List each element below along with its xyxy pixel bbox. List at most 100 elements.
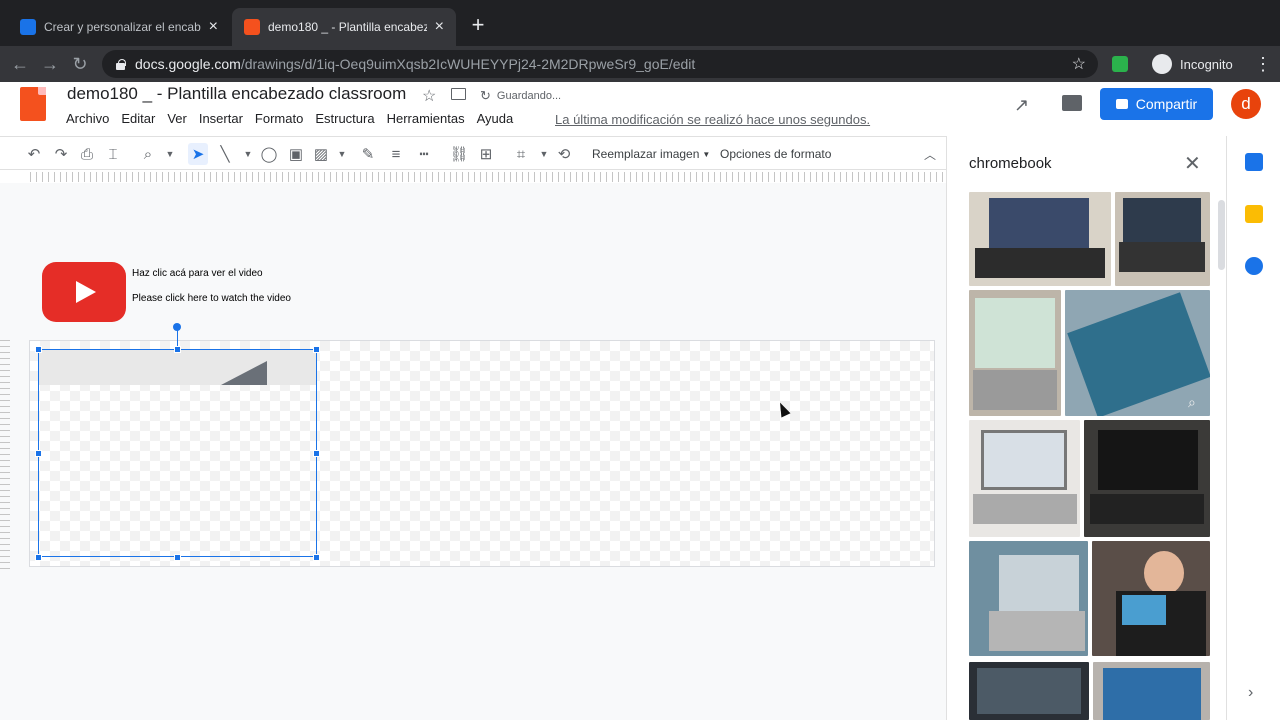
share-button[interactable]: Compartir: [1100, 88, 1213, 120]
drawings-logo-icon[interactable]: [20, 87, 46, 121]
search-result-image[interactable]: [1115, 192, 1210, 286]
comments-icon[interactable]: [1062, 95, 1082, 111]
search-result-image[interactable]: [969, 192, 1111, 286]
image-icon[interactable]: ▨: [311, 143, 331, 165]
zoom-icon[interactable]: ⌕: [138, 143, 158, 165]
search-result-image[interactable]: [1092, 541, 1210, 656]
collapse-toolbar-icon[interactable]: ︿: [920, 143, 940, 165]
tasks-icon[interactable]: [1245, 257, 1263, 275]
move-folder-icon[interactable]: [451, 88, 466, 100]
last-modified-link[interactable]: La última modificación se realizó hace u…: [555, 112, 870, 127]
reload-icon[interactable]: ↻: [66, 46, 94, 82]
menu-archivo[interactable]: Archivo: [66, 111, 109, 126]
search-result-image[interactable]: [1084, 420, 1210, 537]
address-bar[interactable]: docs.google.com /drawings/d/1iq-Oeq9uimX…: [102, 50, 1098, 78]
border-dash-icon[interactable]: ┅: [414, 143, 434, 165]
link-icon[interactable]: ⛓: [449, 143, 469, 165]
zoom-dropdown-icon[interactable]: ▼: [160, 143, 180, 165]
replace-image-label: Reemplazar imagen: [592, 147, 700, 161]
zoom-image-icon[interactable]: ⌕: [1188, 394, 1196, 411]
resize-handle-sw[interactable]: [35, 554, 42, 561]
reset-image-icon[interactable]: ⟲: [554, 143, 574, 165]
classroom-favicon-icon: [20, 19, 36, 35]
chevron-down-icon: ▼: [702, 149, 711, 159]
menu-ayuda[interactable]: Ayuda: [477, 111, 514, 126]
back-arrow-icon[interactable]: ←: [6, 46, 34, 82]
print-icon[interactable]: ⎙: [77, 143, 97, 165]
search-result-image[interactable]: [969, 420, 1080, 537]
browser-tab-2[interactable]: demo180 _ - Plantilla encabeza ×: [232, 8, 456, 46]
shape-tool-icon[interactable]: ◯: [259, 143, 279, 165]
close-icon[interactable]: ✕: [1184, 151, 1201, 176]
caption-spanish[interactable]: Haz clic acá para ver el video: [132, 268, 263, 279]
document-title[interactable]: demo180 _ - Plantilla encabezado classro…: [67, 84, 406, 104]
select-cursor-icon[interactable]: ➤: [188, 143, 208, 165]
line-dropdown-icon[interactable]: ▼: [238, 143, 258, 165]
replace-image-button[interactable]: Reemplazar imagen ▼: [592, 143, 710, 165]
close-tab-icon[interactable]: ×: [209, 18, 218, 36]
line-tool-icon[interactable]: ╲: [215, 143, 235, 165]
bookmark-star-icon[interactable]: ☆: [1072, 54, 1086, 74]
tab-title: Crear y personalizar el encabe: [44, 20, 201, 34]
redo-icon[interactable]: ↷: [51, 143, 71, 165]
new-tab-button[interactable]: +: [466, 12, 490, 38]
close-tab-icon[interactable]: ×: [435, 18, 444, 36]
paint-format-icon[interactable]: ⌶: [103, 143, 123, 165]
chevron-right-icon[interactable]: ›: [1248, 684, 1253, 702]
incognito-label: Incognito: [1180, 56, 1233, 72]
youtube-logo-icon[interactable]: [42, 262, 126, 322]
search-result-image[interactable]: [969, 541, 1088, 656]
image-dropdown-icon[interactable]: ▼: [332, 143, 352, 165]
crop-icon[interactable]: ⌗: [511, 143, 531, 165]
search-result-image[interactable]: [1093, 662, 1210, 720]
tab-title: demo180 _ - Plantilla encabeza: [268, 20, 427, 34]
menu-estructura[interactable]: Estructura: [315, 111, 374, 126]
menu-herramientas[interactable]: Herramientas: [387, 111, 465, 126]
keep-icon[interactable]: [1245, 205, 1263, 223]
panel-scrollbar[interactable]: [1218, 200, 1225, 270]
forward-arrow-icon[interactable]: →: [36, 46, 64, 82]
resize-handle-se[interactable]: [313, 554, 320, 561]
text-box-icon[interactable]: ▣: [286, 143, 306, 165]
selection-box[interactable]: [38, 349, 317, 557]
menu-insertar[interactable]: Insertar: [199, 111, 243, 126]
border-weight-icon[interactable]: ≡: [386, 143, 406, 165]
menu-bar: Archivo Editar Ver Insertar Formato Estr…: [66, 111, 525, 126]
search-result-image[interactable]: [969, 290, 1061, 416]
vertical-ruler: [0, 340, 10, 570]
search-query[interactable]: chromebook: [969, 155, 1052, 172]
save-status: ↻ Guardando...: [480, 88, 561, 104]
resize-handle-s[interactable]: [174, 554, 181, 561]
undo-icon[interactable]: ↶: [24, 143, 44, 165]
calendar-icon[interactable]: [1245, 153, 1263, 171]
horizontal-ruler: [30, 172, 944, 182]
incognito-icon: [1152, 54, 1172, 74]
lock-icon: [1115, 99, 1128, 109]
border-color-icon[interactable]: ✎: [358, 143, 378, 165]
search-result-image[interactable]: [969, 662, 1089, 720]
rotate-handle[interactable]: [173, 323, 181, 331]
lock-icon: [116, 58, 126, 70]
add-comment-icon[interactable]: ⊞: [476, 143, 496, 165]
star-icon[interactable]: ☆: [422, 86, 436, 106]
resize-handle-w[interactable]: [35, 450, 42, 457]
extension-icon[interactable]: [1112, 56, 1128, 72]
resize-handle-e[interactable]: [313, 450, 320, 457]
activity-trend-icon[interactable]: ↗: [1014, 95, 1029, 116]
url-path: /drawings/d/1iq-Oeq9uimXqsb2IcWUHEYYPj24…: [240, 56, 696, 72]
caption-english[interactable]: Please click here to watch the video: [132, 293, 292, 305]
drawings-favicon-icon: [244, 19, 260, 35]
resize-handle-n[interactable]: [174, 346, 181, 353]
incognito-profile-button[interactable]: Incognito: [1152, 46, 1233, 82]
resize-handle-ne[interactable]: [313, 346, 320, 353]
avatar[interactable]: d: [1231, 89, 1261, 119]
format-options-button[interactable]: Opciones de formato: [720, 143, 831, 165]
browser-toolbar: ← → ↻ docs.google.com /drawings/d/1iq-Oe…: [0, 46, 1280, 82]
menu-editar[interactable]: Editar: [121, 111, 155, 126]
menu-ver[interactable]: Ver: [167, 111, 187, 126]
menu-formato[interactable]: Formato: [255, 111, 303, 126]
browser-menu-icon[interactable]: ⋮: [1254, 46, 1272, 82]
crop-dropdown-icon[interactable]: ▼: [534, 143, 554, 165]
browser-tab-1[interactable]: Crear y personalizar el encabe ×: [8, 8, 230, 46]
resize-handle-nw[interactable]: [35, 346, 42, 353]
